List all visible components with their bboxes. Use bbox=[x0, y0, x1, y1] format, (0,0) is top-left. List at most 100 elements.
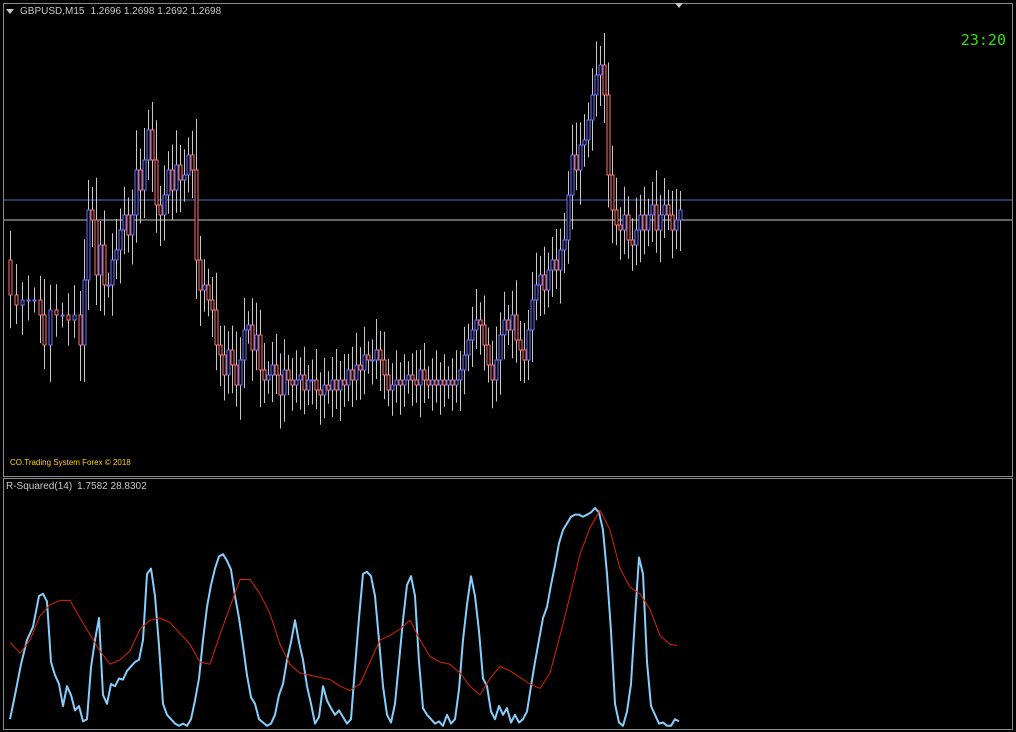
candle-body bbox=[578, 144, 583, 171]
candle-body bbox=[114, 249, 119, 261]
candle-body bbox=[494, 359, 499, 381]
candle-body bbox=[546, 269, 551, 291]
candle-body bbox=[166, 169, 171, 196]
candle-body bbox=[78, 314, 83, 346]
candle-body bbox=[322, 384, 327, 396]
candle-body bbox=[90, 209, 95, 221]
candle-body bbox=[130, 214, 135, 236]
candle-body bbox=[542, 274, 547, 291]
candle-body bbox=[358, 364, 363, 371]
candle-body bbox=[470, 329, 475, 341]
candle-body bbox=[226, 349, 231, 376]
candle-body bbox=[582, 139, 587, 146]
candle-body bbox=[646, 214, 651, 231]
candle-body bbox=[194, 169, 199, 261]
candle-body bbox=[306, 379, 311, 391]
candle-body bbox=[510, 314, 515, 331]
price-chart-svg bbox=[4, 33, 1012, 727]
candle-body bbox=[142, 159, 147, 191]
candle-body bbox=[110, 259, 115, 286]
candle-body bbox=[394, 379, 399, 386]
candle-body bbox=[382, 359, 387, 376]
signal-line bbox=[9, 509, 678, 696]
candle-body bbox=[638, 214, 643, 231]
candle-body bbox=[98, 244, 103, 276]
candle-body bbox=[662, 204, 667, 216]
candle-body bbox=[426, 379, 431, 386]
candle-body bbox=[678, 209, 683, 221]
indicator-name: R-Squared(14) bbox=[6, 481, 73, 492]
candle-body bbox=[558, 249, 563, 271]
chevron-down-icon[interactable] bbox=[6, 9, 14, 14]
candle-body bbox=[190, 154, 195, 171]
candle-body bbox=[514, 314, 519, 341]
candle-body bbox=[274, 364, 279, 376]
candle-body bbox=[222, 354, 227, 376]
candle-body bbox=[294, 379, 299, 386]
candle-body bbox=[278, 374, 283, 396]
candle-body bbox=[72, 314, 77, 321]
candle-body bbox=[562, 239, 567, 251]
candle-body bbox=[26, 299, 31, 302]
candle-body bbox=[350, 369, 355, 381]
candle-body bbox=[434, 379, 439, 386]
candle-body bbox=[330, 379, 335, 391]
candle-body bbox=[286, 369, 291, 381]
candle-body bbox=[134, 169, 139, 216]
candle-body bbox=[606, 94, 611, 176]
candle-body bbox=[658, 214, 663, 231]
candle-body bbox=[182, 174, 187, 181]
candle-body bbox=[402, 379, 407, 386]
candle-body bbox=[198, 259, 203, 291]
candle-body bbox=[326, 384, 331, 391]
candle-body bbox=[54, 309, 59, 316]
candle-body bbox=[622, 214, 627, 231]
candle-body bbox=[462, 354, 467, 371]
candle-body bbox=[386, 374, 391, 391]
candle-body bbox=[486, 344, 491, 366]
candle-body bbox=[498, 334, 503, 361]
candle-body bbox=[146, 129, 151, 161]
candle-body bbox=[262, 369, 267, 381]
candle-body bbox=[206, 284, 211, 301]
candle-body bbox=[66, 314, 71, 321]
candle-body bbox=[14, 294, 19, 306]
candle-body bbox=[634, 229, 639, 246]
candle-body bbox=[550, 259, 555, 271]
candle-body bbox=[374, 349, 379, 361]
candle-body bbox=[186, 154, 191, 176]
candle-body bbox=[302, 374, 307, 391]
candle-body bbox=[618, 224, 623, 231]
candle-body bbox=[242, 329, 247, 361]
candle-body bbox=[122, 214, 127, 231]
candle-body bbox=[598, 64, 603, 76]
candle-body bbox=[406, 374, 411, 381]
candle-body bbox=[354, 364, 359, 381]
candle-body bbox=[38, 299, 43, 316]
candle-body bbox=[106, 284, 111, 287]
candle-body bbox=[342, 379, 347, 386]
candle-body bbox=[290, 379, 295, 386]
candle-body bbox=[594, 74, 599, 96]
candle-body bbox=[82, 279, 87, 346]
candle-body bbox=[126, 214, 131, 236]
candle-body bbox=[162, 194, 167, 216]
candle-body bbox=[574, 154, 579, 171]
candle-body bbox=[60, 314, 65, 317]
candle-body bbox=[266, 374, 271, 381]
candle-body bbox=[170, 169, 175, 191]
candle-body bbox=[414, 379, 419, 386]
candle-body bbox=[418, 369, 423, 386]
chart-shift-marker[interactable] bbox=[675, 3, 683, 8]
candle-body bbox=[20, 299, 25, 306]
candle-body bbox=[8, 259, 13, 296]
candle-body bbox=[454, 379, 459, 386]
candle-body bbox=[534, 284, 539, 301]
candle-body bbox=[178, 164, 183, 181]
candle-body bbox=[458, 369, 463, 381]
candle-body bbox=[150, 129, 155, 161]
candle-body bbox=[502, 319, 507, 336]
candle-body bbox=[570, 154, 575, 196]
candle-body bbox=[630, 239, 635, 246]
candle-body bbox=[670, 214, 675, 231]
